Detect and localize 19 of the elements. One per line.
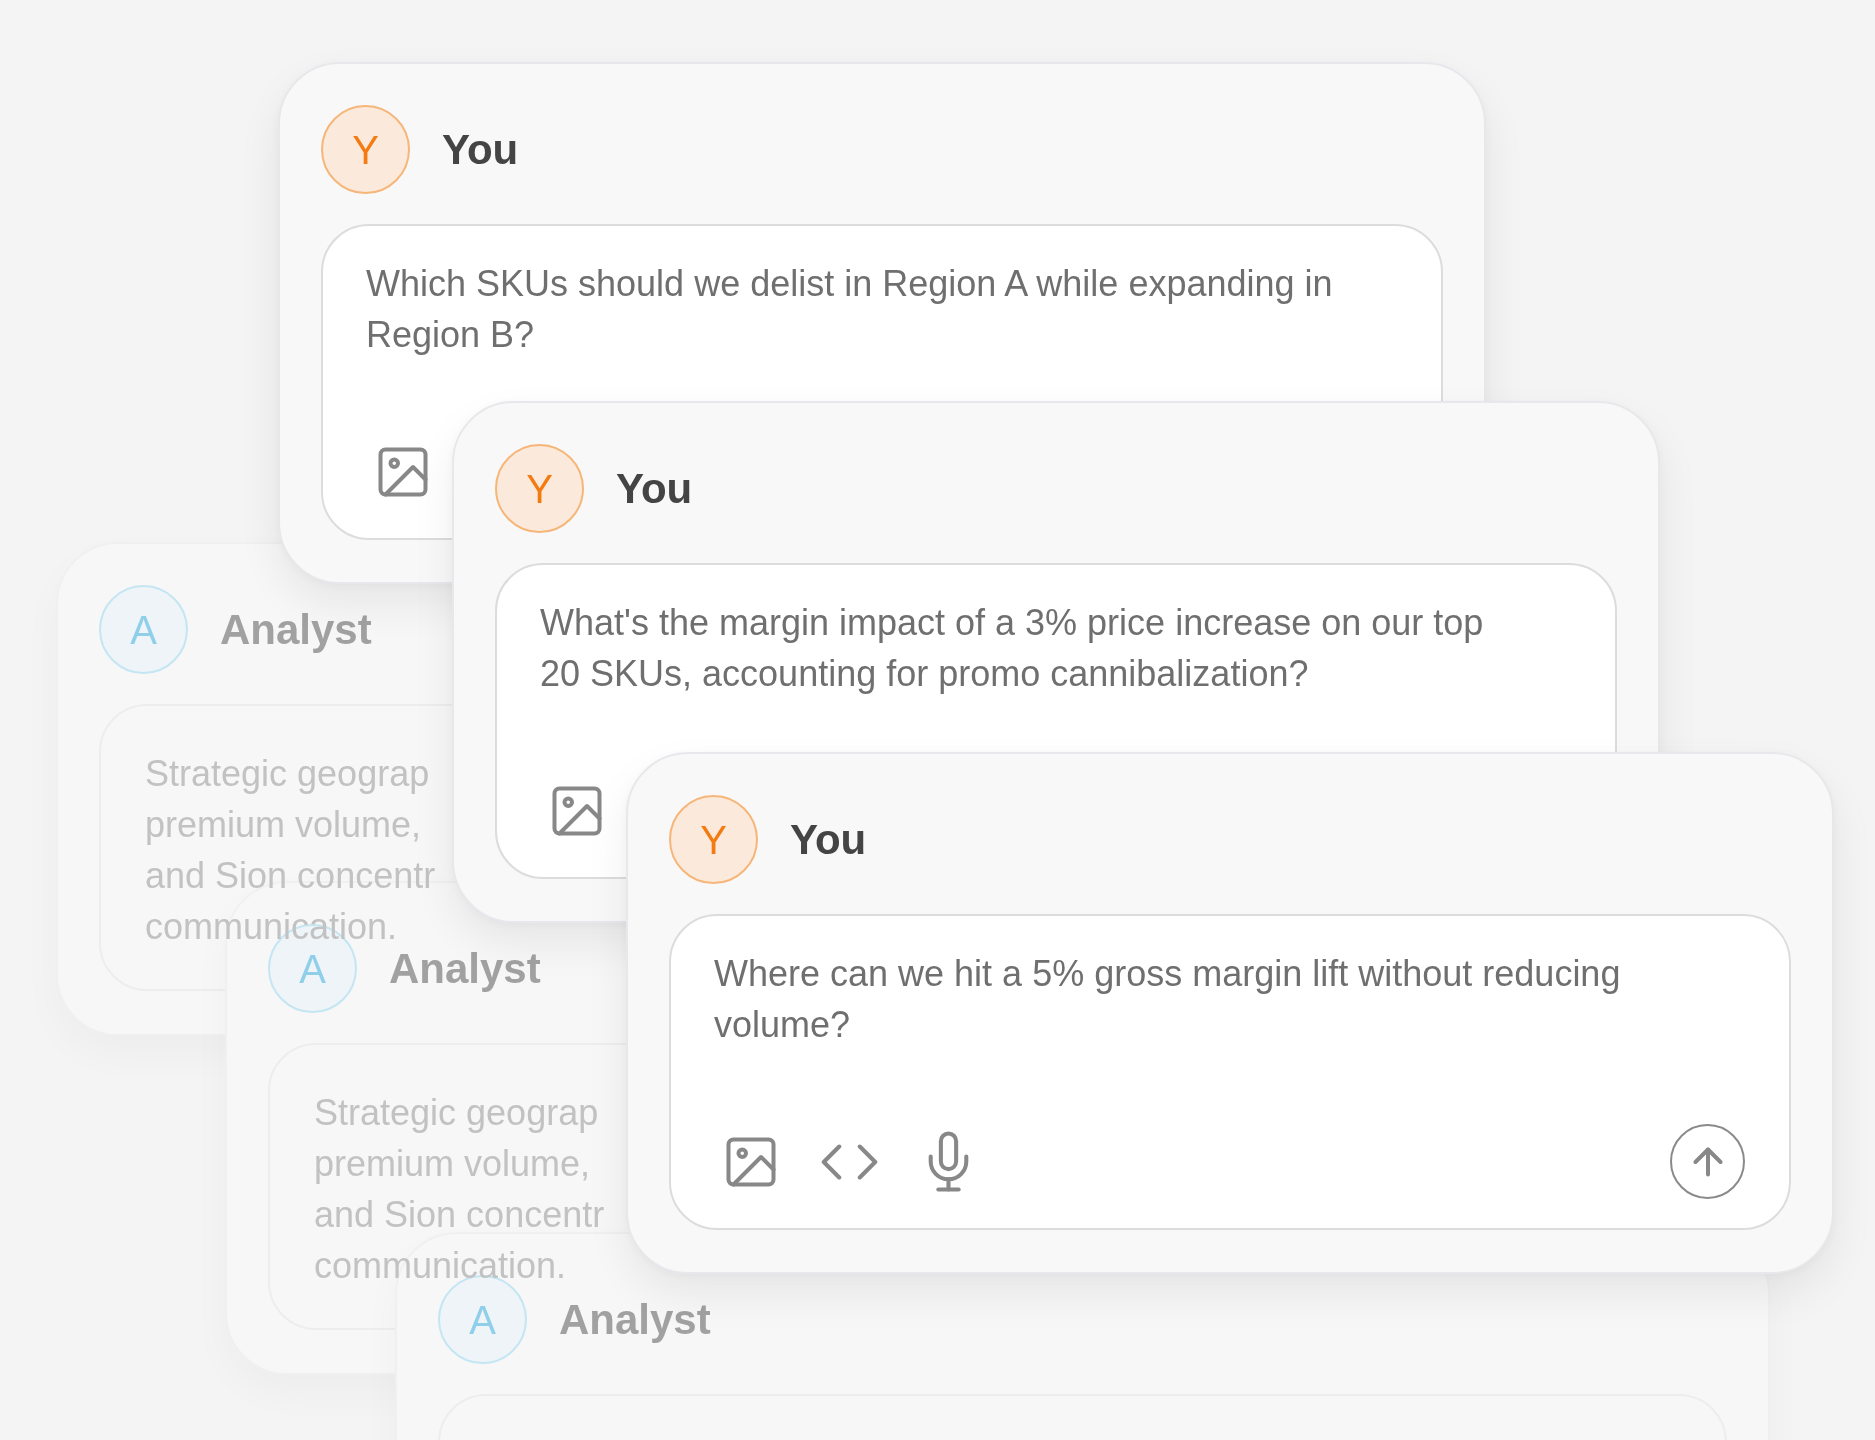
avatar: Y bbox=[321, 105, 410, 194]
sender-name: Analyst bbox=[389, 944, 541, 993]
sender-name: Analyst bbox=[559, 1295, 711, 1344]
prompt-text: Which SKUs should we delist in Region A while expanding in Region B? bbox=[366, 262, 1334, 357]
avatar: Y bbox=[669, 795, 758, 884]
prompt-text: What's the margin impact of a 3% price increase on our top 20 SKUs, accounting for promo cannibalization? bbox=[540, 601, 1485, 696]
code-icon[interactable] bbox=[821, 1143, 878, 1180]
sender-name: You bbox=[616, 464, 693, 513]
image-icon[interactable] bbox=[552, 785, 602, 836]
sender-name: You bbox=[442, 125, 519, 174]
image-icon[interactable] bbox=[378, 446, 428, 497]
sender-name: You bbox=[790, 815, 867, 864]
image-icon[interactable] bbox=[726, 1136, 776, 1187]
prompt-field[interactable]: Where can we hit a 5% gross margin lift without reducing volume? bbox=[669, 914, 1791, 1230]
avatar: A bbox=[99, 585, 188, 674]
microphone-icon[interactable] bbox=[928, 1131, 969, 1192]
avatar: Y bbox=[495, 444, 584, 533]
prompt-text: Where can we hit a 5% gross margin lift without reducing volume? bbox=[714, 952, 1622, 1047]
sender-name: Analyst bbox=[220, 605, 372, 654]
